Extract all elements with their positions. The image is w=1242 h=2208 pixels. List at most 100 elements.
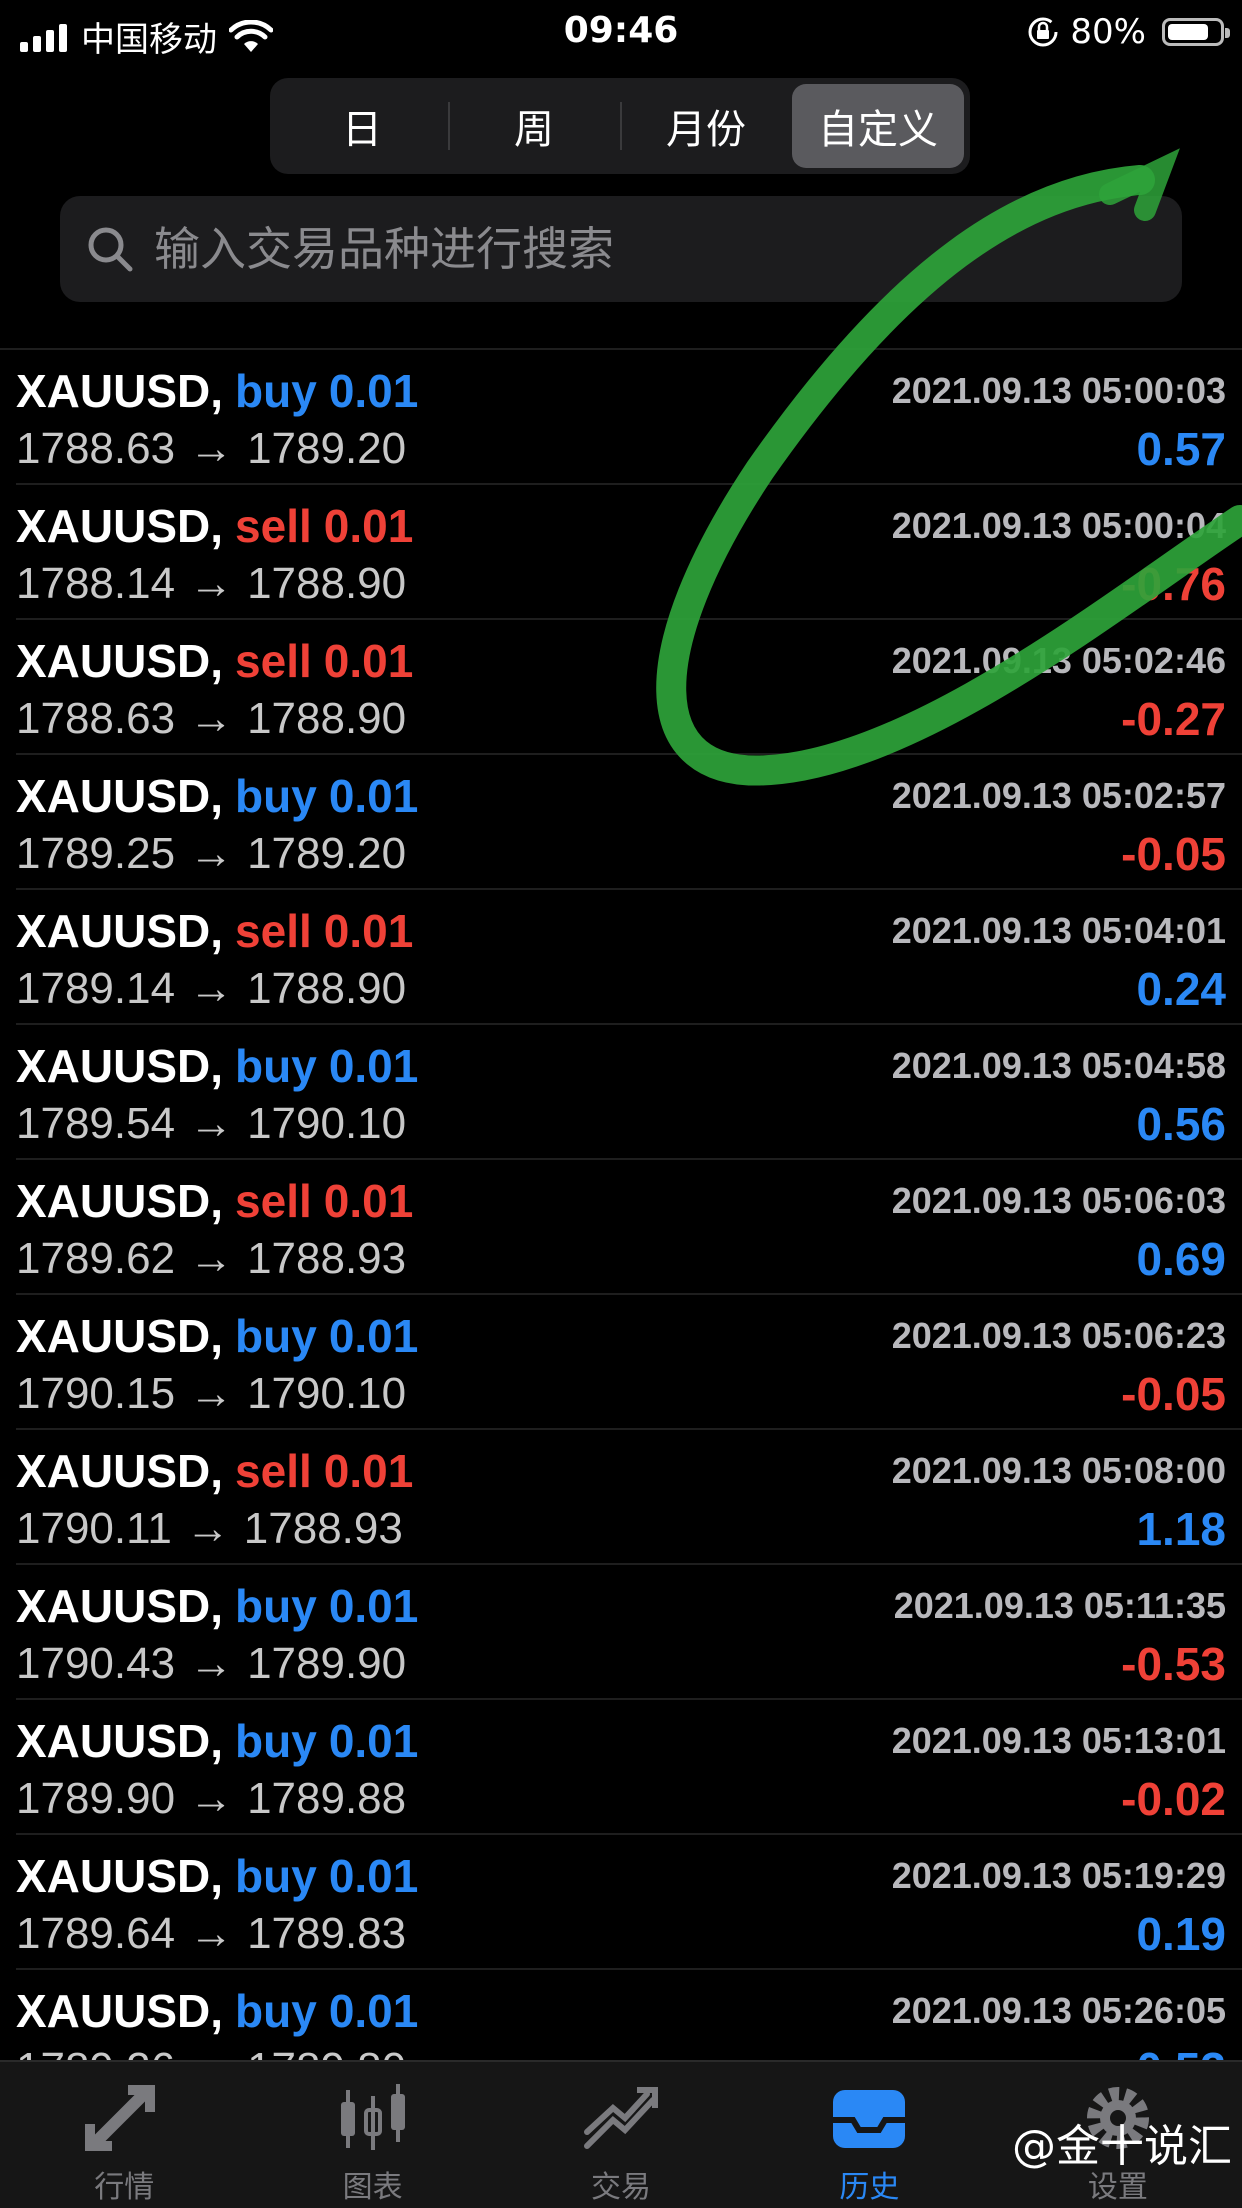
order-volume: 0.01 bbox=[328, 1580, 419, 1632]
tab-label: 交易 bbox=[591, 2170, 652, 2205]
order-type: buy bbox=[235, 1310, 317, 1362]
open-price: 1788.63 bbox=[16, 424, 176, 473]
history-row[interactable]: XAUUSD, buy 0.01 1788.63 → 1789.20 2021.09.13 … bbox=[16, 350, 1242, 485]
history-row[interactable]: XAUUSD, buy 0.01 1790.43 → 1789.90 2021.09.13 … bbox=[16, 1565, 1242, 1700]
order-time: 2021.09.13 05:19:29 bbox=[891, 1855, 1226, 1896]
history-row[interactable]: XAUUSD,buy0.011789.26→1789.802021.09.13 … bbox=[16, 1970, 1242, 2062]
order-type: buy bbox=[235, 1985, 317, 2037]
history-row[interactable]: XAUUSD, sell 0.01 1789.14 → 1788.90 2021.09.13… bbox=[16, 890, 1242, 1025]
segment-3[interactable]: 自定义 bbox=[792, 84, 964, 168]
profit: -0.05 bbox=[1121, 1368, 1226, 1420]
order-type: sell bbox=[235, 905, 312, 957]
arrow-right-icon: → bbox=[189, 559, 234, 608]
close-price: 1789.88 bbox=[247, 1774, 407, 1823]
watermark: @金十说汇 bbox=[1012, 2121, 1232, 2172]
open-price: 1790.15 bbox=[16, 1369, 176, 1418]
order-type: buy bbox=[235, 770, 317, 822]
chart-icon bbox=[340, 2084, 405, 2150]
arrow-right-icon: → bbox=[189, 694, 234, 743]
arrow-right-icon: → bbox=[189, 1369, 234, 1418]
period-segmented-control: 日周月份 自定义 bbox=[270, 78, 970, 174]
symbol: XAUUSD, bbox=[16, 905, 224, 957]
profit: -0.76 bbox=[1121, 558, 1226, 610]
profit: -0.53 bbox=[1121, 1638, 1226, 1690]
order-volume: 0.01 bbox=[323, 1175, 414, 1227]
profit: -0.27 bbox=[1121, 693, 1226, 745]
order-volume: 0.01 bbox=[328, 1040, 419, 1092]
tab-trade[interactable]: 交易 bbox=[497, 2062, 745, 2208]
close-price: 1790.10 bbox=[247, 1369, 407, 1418]
quotes-icon bbox=[85, 2085, 156, 2151]
close-price: 1788.93 bbox=[247, 1234, 407, 1283]
close-price: 1790.10 bbox=[247, 1099, 407, 1148]
symbol: XAUUSD, bbox=[16, 365, 224, 417]
search-input[interactable] bbox=[152, 221, 1156, 277]
open-price: 1789.14 bbox=[16, 964, 176, 1013]
arrow-right-icon: → bbox=[189, 1099, 234, 1148]
symbol: XAUUSD, bbox=[16, 1445, 224, 1497]
tab-history[interactable]: 历史 bbox=[745, 2062, 993, 2208]
arrow-right-icon: → bbox=[189, 829, 234, 878]
open-price: 1788.63 bbox=[16, 694, 176, 743]
history-row[interactable]: XAUUSD, sell 0.01 1789.62 → 1788.93 2021.09.13… bbox=[16, 1160, 1242, 1295]
arrow-right-icon: → bbox=[185, 1504, 230, 1553]
tab-chart[interactable]: 图表 bbox=[248, 2062, 496, 2208]
screen: 中国移动 09:46 80% 日周月份 自定义 输入交易品种进行搜索 XAUUS… bbox=[0, 0, 1242, 2208]
tab-quotes[interactable]: 行情 bbox=[0, 2062, 248, 2208]
symbol: XAUUSD, bbox=[16, 635, 224, 687]
order-volume: 0.01 bbox=[328, 1850, 419, 1902]
order-volume: 0.01 bbox=[328, 365, 419, 417]
open-price: 1788.14 bbox=[16, 559, 176, 608]
order-time: 2021.09.13 05:06:03 bbox=[891, 1180, 1226, 1221]
order-time: 2021.09.13 05:11:35 bbox=[893, 1585, 1226, 1626]
search-bar[interactable] bbox=[60, 196, 1182, 302]
open-price: 1789.64 bbox=[16, 1909, 176, 1958]
order-type: sell bbox=[235, 1175, 312, 1227]
history-row[interactable]: XAUUSD, buy 0.01 1789.25 → 1789.20 2021.09.13 … bbox=[16, 755, 1242, 890]
order-volume: 0.01 bbox=[328, 1985, 419, 2037]
symbol: XAUUSD, bbox=[16, 1715, 224, 1767]
open-price: 1789.25 bbox=[16, 829, 176, 878]
history-row[interactable]: XAUUSD, sell 0.01 1790.11 → 1788.93 2021.09.13… bbox=[16, 1430, 1242, 1565]
rotation-lock-icon bbox=[1028, 17, 1058, 47]
open-price: 1789.54 bbox=[16, 1099, 176, 1148]
symbol: XAUUSD, bbox=[16, 1850, 224, 1902]
symbol: XAUUSD, bbox=[16, 1580, 224, 1632]
history-row[interactable]: XAUUSD, sell 0.01 1788.63 → 1788.90 2021.09.13… bbox=[16, 620, 1242, 755]
symbol: XAUUSD, bbox=[16, 1985, 224, 2037]
order-type: buy bbox=[235, 1850, 317, 1902]
close-price: 1789.20 bbox=[247, 424, 407, 473]
close-price: 1788.93 bbox=[243, 1504, 403, 1553]
close-price: 1789.20 bbox=[247, 829, 407, 878]
tab-label: 行情 bbox=[94, 2170, 155, 2205]
tab-label: 图表 bbox=[342, 2170, 403, 2205]
order-volume: 0.01 bbox=[323, 500, 414, 552]
history-row[interactable]: XAUUSD, buy 0.01 1790.15 → 1790.10 2021.09.13 … bbox=[16, 1295, 1242, 1430]
status-bar: 中国移动 09:46 80% bbox=[0, 0, 1242, 62]
search-icon bbox=[88, 227, 133, 272]
order-type: buy bbox=[235, 1580, 317, 1632]
profit: 0.24 bbox=[1136, 963, 1226, 1015]
order-time: 2021.09.13 05:26:05 bbox=[891, 1990, 1226, 2031]
history-row[interactable]: XAUUSD, buy 0.01 1789.54 → 1790.10 2021.09.13 … bbox=[16, 1025, 1242, 1160]
symbol: XAUUSD, bbox=[16, 1310, 224, 1362]
order-volume: 0.01 bbox=[328, 1310, 419, 1362]
history-row[interactable]: XAUUSD, sell 0.01 1788.14 → 1788.90 2021.09.13… bbox=[16, 485, 1242, 620]
order-volume: 0.01 bbox=[328, 1715, 419, 1767]
history-row[interactable]: XAUUSD, buy 0.01 1789.90 → 1789.88 2021.09.13 … bbox=[16, 1700, 1242, 1835]
close-price: 1788.90 bbox=[247, 964, 407, 1013]
history-row[interactable]: XAUUSD, buy 0.01 1789.64 → 1789.83 2021.09.13 … bbox=[16, 1835, 1242, 1970]
close-price: 1789.90 bbox=[247, 1639, 407, 1688]
profit: -0.05 bbox=[1121, 828, 1226, 880]
arrow-right-icon: → bbox=[189, 964, 234, 1013]
segment-0[interactable]: 日 bbox=[276, 84, 448, 168]
open-price: 1790.11 bbox=[16, 1504, 172, 1553]
tab-label: 历史 bbox=[839, 2170, 900, 2205]
arrow-right-icon: → bbox=[189, 1909, 234, 1958]
battery-percent: 80% bbox=[1070, 12, 1146, 52]
history-list[interactable]: XAUUSD, buy 0.01 1788.63 → 1789.20 2021.09.13 … bbox=[0, 348, 1242, 2062]
segment-1[interactable]: 周 bbox=[448, 84, 620, 168]
order-type: buy bbox=[235, 365, 317, 417]
segment-2[interactable]: 月份 bbox=[620, 84, 792, 168]
profit: 0.19 bbox=[1136, 1908, 1226, 1960]
